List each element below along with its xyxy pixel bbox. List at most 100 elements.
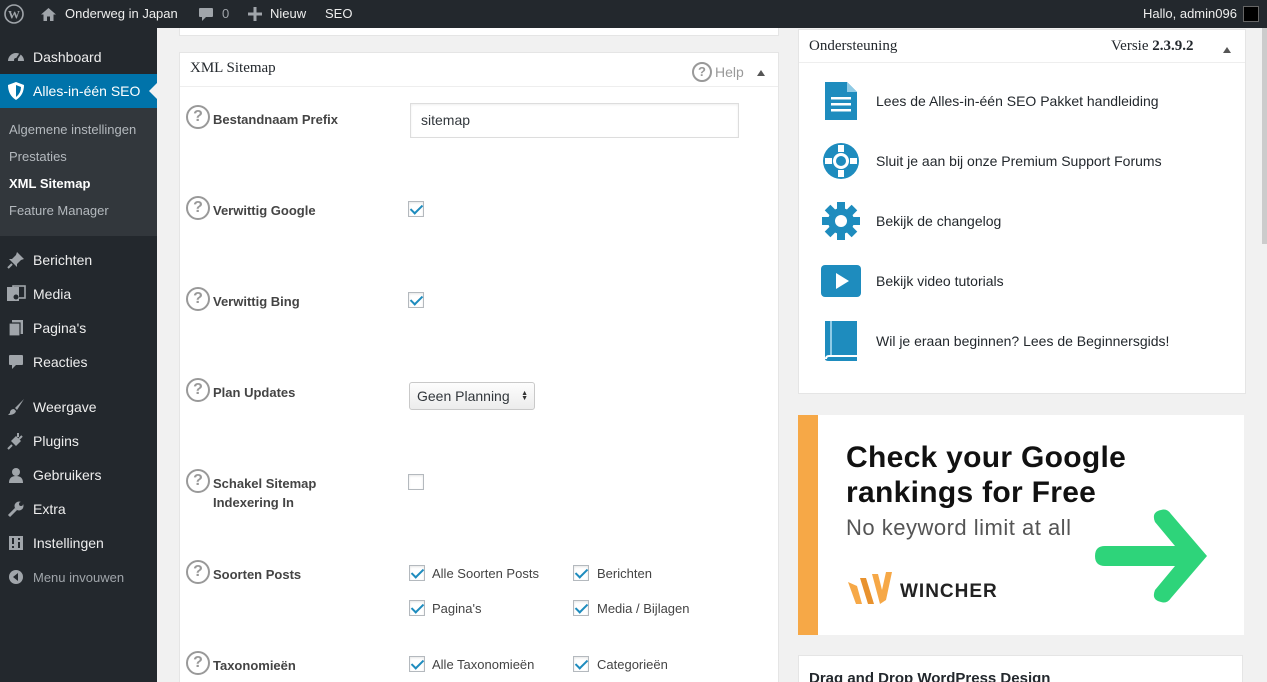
notify-bing-checkbox[interactable] [408,292,424,308]
post-type-posts-label: Berichten [597,566,652,581]
help-question-icon[interactable]: ? [186,287,210,311]
collapse-menu-button[interactable]: Menu invouwen [0,560,157,594]
account-greeting[interactable]: Hallo, admin096 [1143,0,1259,28]
submenu-xml-sitemap[interactable]: XML Sitemap [9,176,90,191]
pages-icon [6,318,26,338]
comments-count: 0 [222,6,230,21]
collapse-box-icon[interactable] [757,70,765,76]
dashboard-icon [6,47,26,67]
sidebar-item-appearance[interactable]: Weergave [0,390,157,424]
support-link-videos[interactable]: Bekijk video tutorials [821,261,1004,301]
wordpress-logo-icon[interactable]: W [4,0,24,28]
brush-icon [6,397,26,417]
sidebar-item-users[interactable]: Gebruikers [0,458,157,492]
sidebar-item-dashboard[interactable]: Dashboard [0,40,157,74]
drag-drop-title: Drag and Drop WordPress Design [809,670,1051,682]
sidebar-item-settings[interactable]: Instellingen [0,526,157,560]
taxonomy-categories-checkbox[interactable] [573,656,589,672]
sidebar-item-label: Media [33,286,72,302]
sidebar-item-plugins[interactable]: Plugins [0,424,157,458]
ad-headline-line-2: rankings for Free [846,476,1097,509]
admin-bar: W Onderweg in Japan 0 Nieuw SEO Hallo, a… [0,0,1267,28]
support-link-beginners-guide[interactable]: Wil je eraan beginnen? Lees de Beginners… [821,321,1169,361]
page-scrollbar[interactable] [1262,28,1267,244]
post-type-all-label: Alle Soorten Posts [432,566,539,581]
pin-icon [6,250,26,270]
indexing-checkbox[interactable] [408,474,424,490]
support-link-label: Wil je eraan beginnen? Lees de Beginners… [876,333,1170,349]
sidebar-item-all-in-one-seo[interactable]: Alles-in-één SEO [0,74,157,108]
support-link-manual[interactable]: Lees de Alles-in-één SEO Pakket handleid… [821,81,1159,121]
post-type-posts-checkbox[interactable] [573,565,589,581]
notify-google-checkbox[interactable] [408,201,424,217]
support-link-label: Bekijk de changelog [876,213,1002,229]
help-question-icon[interactable]: ? [186,560,210,584]
post-types-option-label: ? Soorten Posts [186,560,301,584]
help-question-icon[interactable]: ? [186,651,210,675]
support-link-forums[interactable]: Sluit je aan bij onze Premium Support Fo… [821,141,1162,181]
sidebar-item-label: Gebruikers [33,467,102,483]
help-question-icon[interactable]: ? [186,378,210,402]
new-content-link[interactable]: Nieuw [248,0,306,28]
seo-menu-link[interactable]: SEO [325,0,352,28]
sidebar-item-comments[interactable]: Reacties [0,345,157,379]
help-link[interactable]: ? Help [692,62,744,82]
post-types-label: Soorten Posts [213,567,302,582]
help-icon: ? [692,62,712,82]
prefix-input[interactable]: sitemap [410,103,739,138]
svg-text:W: W [8,8,20,22]
taxonomy-all-checkbox[interactable] [409,656,425,672]
sidebar-item-posts[interactable]: Berichten [0,243,157,277]
plugin-icon [6,431,26,451]
support-link-changelog[interactable]: Bekijk de changelog [821,201,1001,241]
comments-link[interactable]: 0 [198,0,229,28]
support-link-label: Sluit je aan bij onze Premium Support Fo… [876,153,1162,169]
settings-icon [6,533,26,553]
version-info: Versie 2.3.9.2 [1111,38,1194,55]
wincher-ad-banner[interactable]: Check your Google rankings for Free No k… [798,415,1244,635]
submenu-feature-manager[interactable]: Feature Manager [9,203,109,218]
previous-box-bottom [179,28,779,36]
comments-icon [6,352,26,372]
version-label: Versie [1111,38,1149,54]
shield-icon [6,81,26,101]
sidebar-item-label: Berichten [33,252,93,268]
taxonomies-option-label: ? Taxonomieën [186,651,296,675]
notify-bing-label: Verwittig Bing [213,294,300,309]
ad-brand-name: WINCHER [900,581,998,602]
help-question-icon[interactable]: ? [186,105,210,129]
sidebar-item-media[interactable]: Media [0,277,157,311]
ad-accent-stripe [798,415,818,635]
document-icon [821,81,861,121]
post-type-all-checkbox[interactable] [409,565,425,581]
support-link-label: Bekijk video tutorials [876,273,1004,289]
submenu-general-settings[interactable]: Algemene instellingen [9,122,136,137]
support-divider [799,62,1245,63]
indexing-label-line-2: Indexering In [213,495,294,510]
help-question-icon[interactable]: ? [186,469,210,493]
post-type-pages-checkbox[interactable] [409,600,425,616]
support-link-label: Lees de Alles-in-één SEO Pakket handleid… [876,93,1159,109]
collapse-support-icon[interactable] [1223,47,1231,53]
greeting-text: Hallo, admin096 [1143,6,1237,21]
post-type-media-checkbox[interactable] [573,600,589,616]
submenu-performance[interactable]: Prestaties [9,149,67,164]
collapse-arrow-icon [6,567,26,587]
site-name-link[interactable]: Onderweg in Japan [40,0,178,28]
help-question-icon[interactable]: ? [186,196,210,220]
post-type-pages-label: Pagina's [432,601,482,616]
plan-updates-label: Plan Updates [213,385,296,400]
green-arrow-icon [1095,506,1215,609]
indexing-label-line-1: Schakel Sitemap [213,476,317,491]
sidebar-item-tools[interactable]: Extra [0,492,157,526]
ad-headline-line-1: Check your Google [846,441,1127,474]
notify-google-option-label: ? Verwittig Google [186,196,316,220]
sidebar-item-pages[interactable]: Pagina's [0,311,157,345]
plan-updates-select[interactable]: Geen Planning ▲ ▼ [409,382,535,410]
comment-bubble-icon [198,7,214,22]
prefix-option-label: ? Bestandnaam Prefix [186,105,338,129]
media-icon [6,284,26,304]
plan-updates-value: Geen Planning [417,388,510,404]
plan-updates-option-label: ? Plan Updates [186,378,295,402]
collapse-menu-label: Menu invouwen [33,569,125,585]
